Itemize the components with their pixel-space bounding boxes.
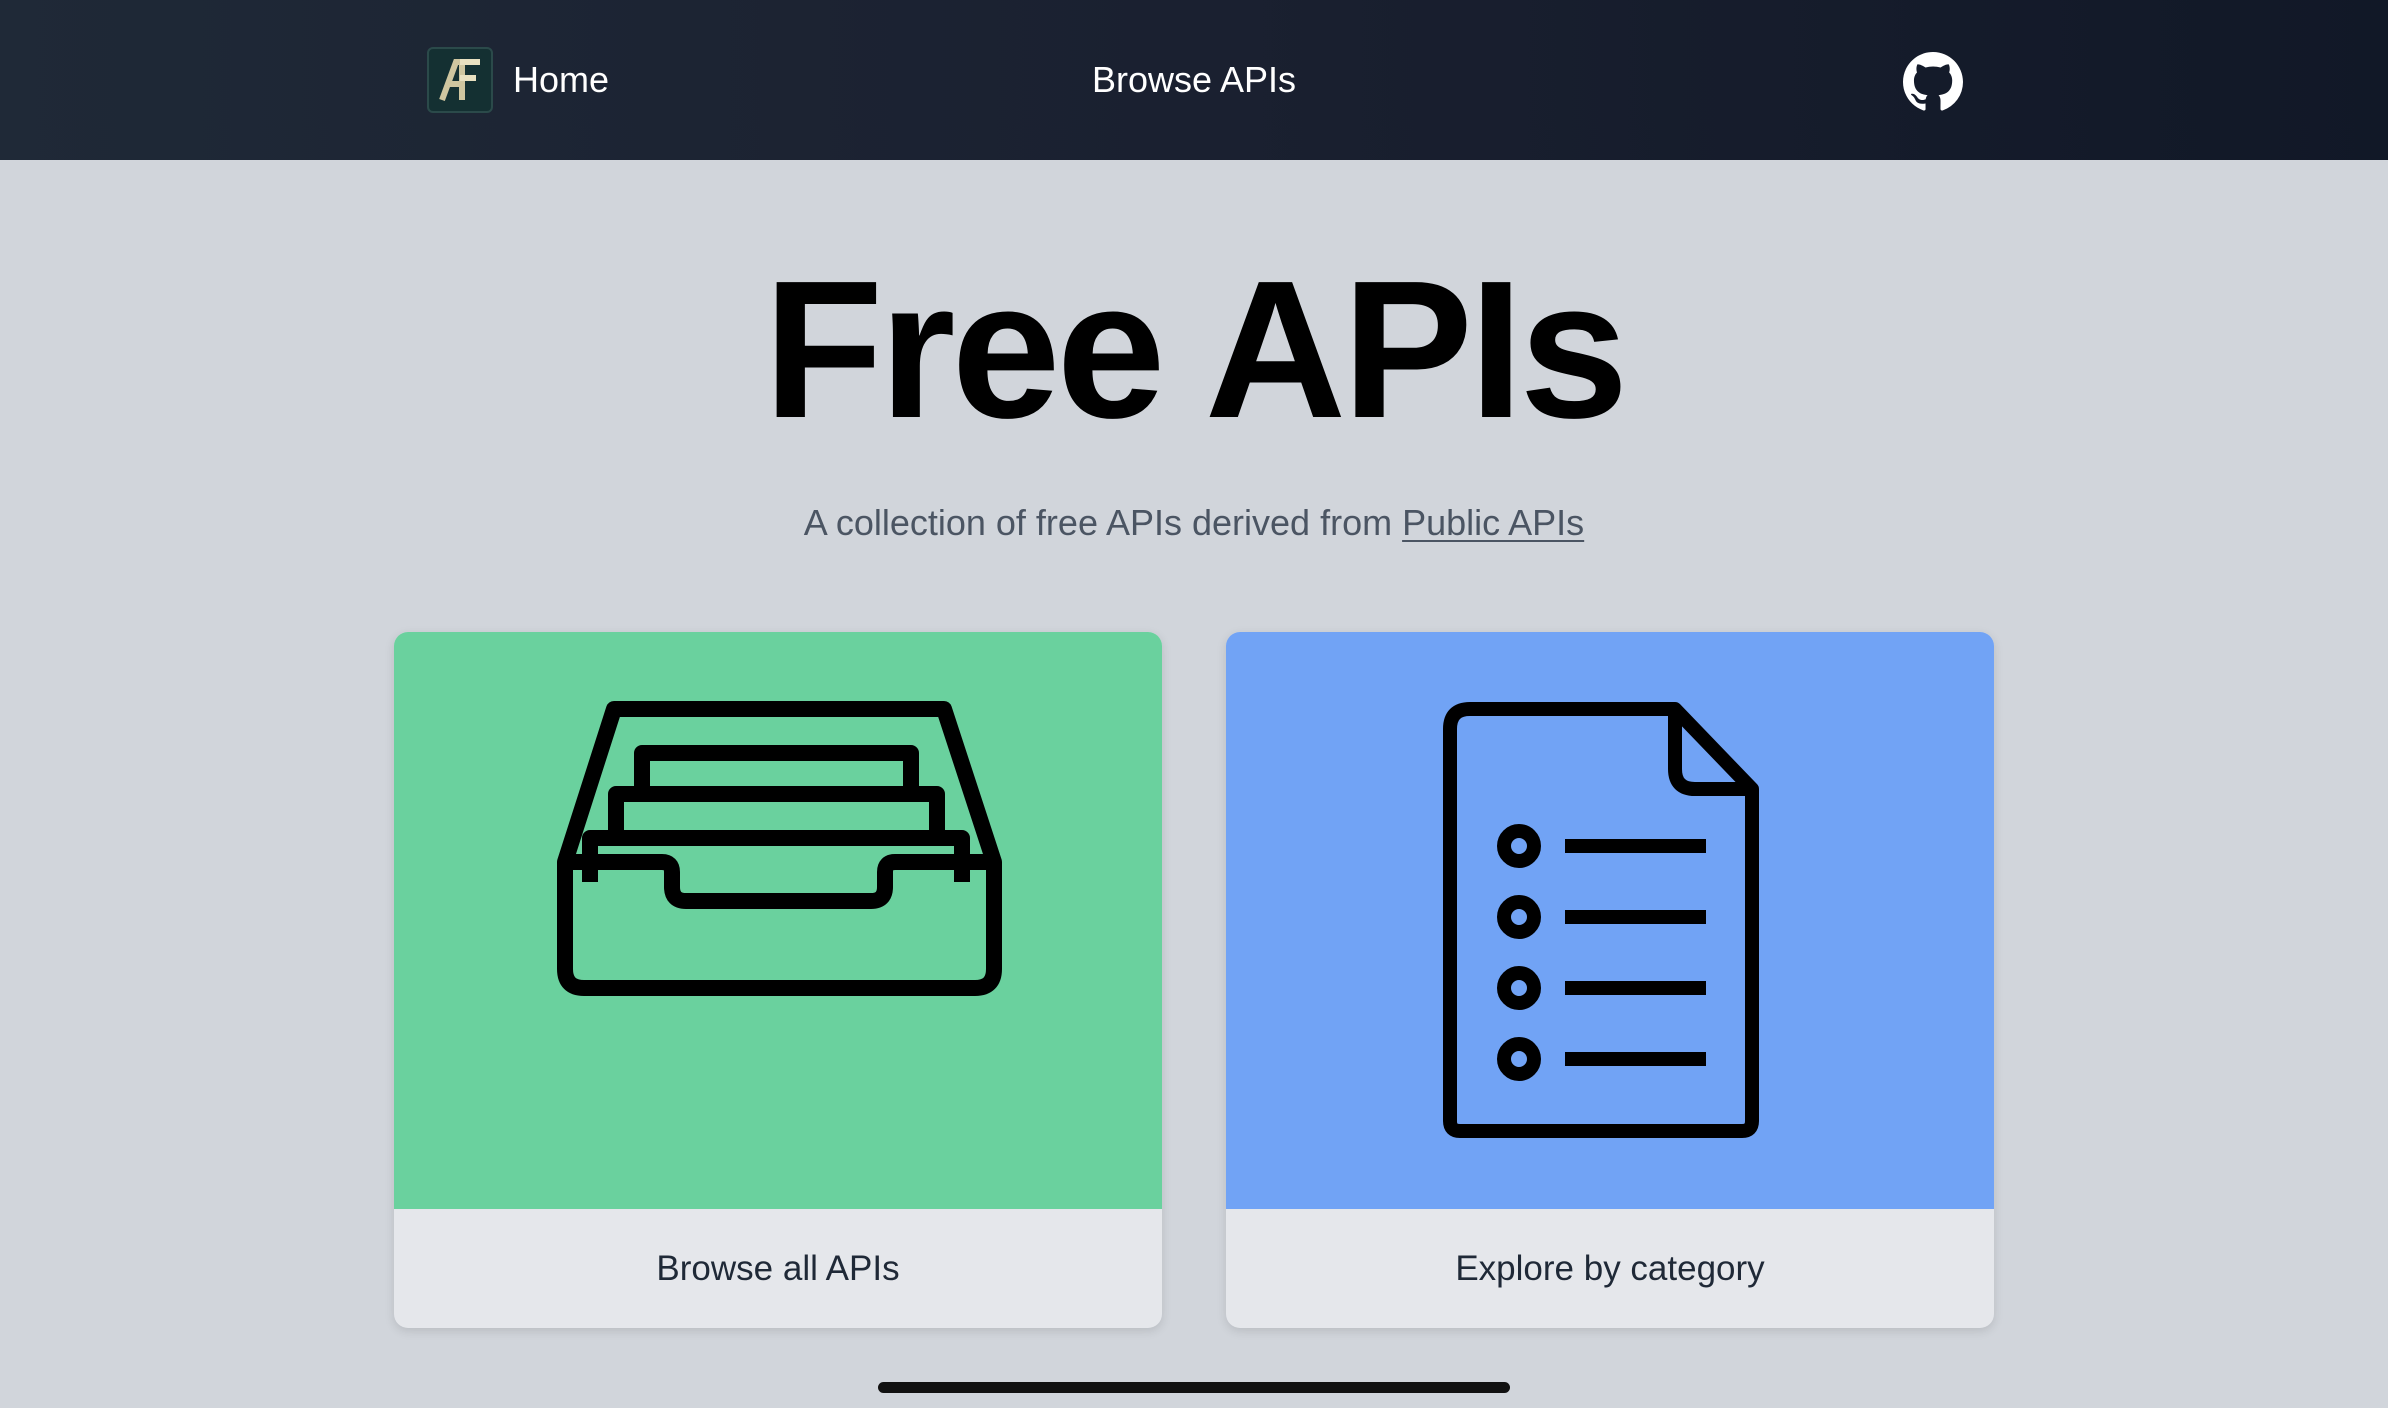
explore-by-category-card[interactable]: Explore by category xyxy=(1226,632,1994,1328)
home-label: Home xyxy=(513,59,610,100)
document-list-icon xyxy=(1443,701,1759,1138)
github-link[interactable] xyxy=(1903,52,1963,112)
card-image xyxy=(394,632,1162,1209)
home-link[interactable]: Home xyxy=(427,45,609,115)
browse-all-apis-card[interactable]: Browse all APIs xyxy=(394,632,1162,1328)
app-logo xyxy=(427,47,493,113)
public-apis-link[interactable]: Public APIs xyxy=(1402,502,1584,543)
top-navbar: Home Browse APIs xyxy=(0,0,2388,160)
home-indicator-bar[interactable] xyxy=(878,1382,1510,1393)
page-title: Free APIs xyxy=(763,240,1629,459)
card-image xyxy=(1226,632,1994,1209)
page-subtitle: A collection of free APIs derived from P… xyxy=(0,498,2388,548)
card-label: Browse all APIs xyxy=(656,1248,900,1288)
github-icon xyxy=(1903,52,1963,111)
logo-icon xyxy=(439,59,480,102)
archive-tray-icon xyxy=(557,700,1002,996)
card-label: Explore by category xyxy=(1455,1248,1765,1288)
subtitle-text: A collection of free APIs derived from xyxy=(803,502,1403,543)
browse-apis-link[interactable]: Browse APIs xyxy=(1000,55,1388,105)
